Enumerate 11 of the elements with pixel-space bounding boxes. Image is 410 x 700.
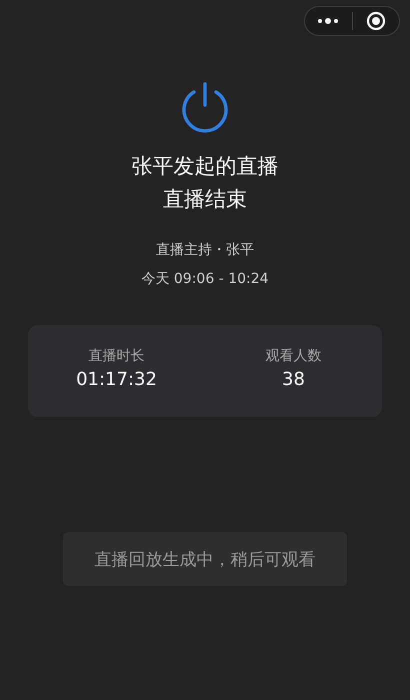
stat-label: 观看人数 bbox=[266, 347, 322, 366]
stat-value: 38 bbox=[282, 368, 305, 392]
title-line: 张平发起的直播 bbox=[132, 153, 278, 180]
replay-notice: 直播回放生成中，稍后可观看 bbox=[63, 532, 347, 586]
more-icon bbox=[317, 17, 340, 25]
target-icon bbox=[366, 11, 386, 31]
time-range: 今天 09:06 - 10:24 bbox=[141, 270, 269, 289]
stat-label: 直播时长 bbox=[88, 347, 144, 366]
title-line: 直播结束 bbox=[162, 186, 248, 213]
host-line: 直播主持・张平 bbox=[156, 241, 254, 260]
stat-value: 01:17:32 bbox=[76, 368, 157, 392]
